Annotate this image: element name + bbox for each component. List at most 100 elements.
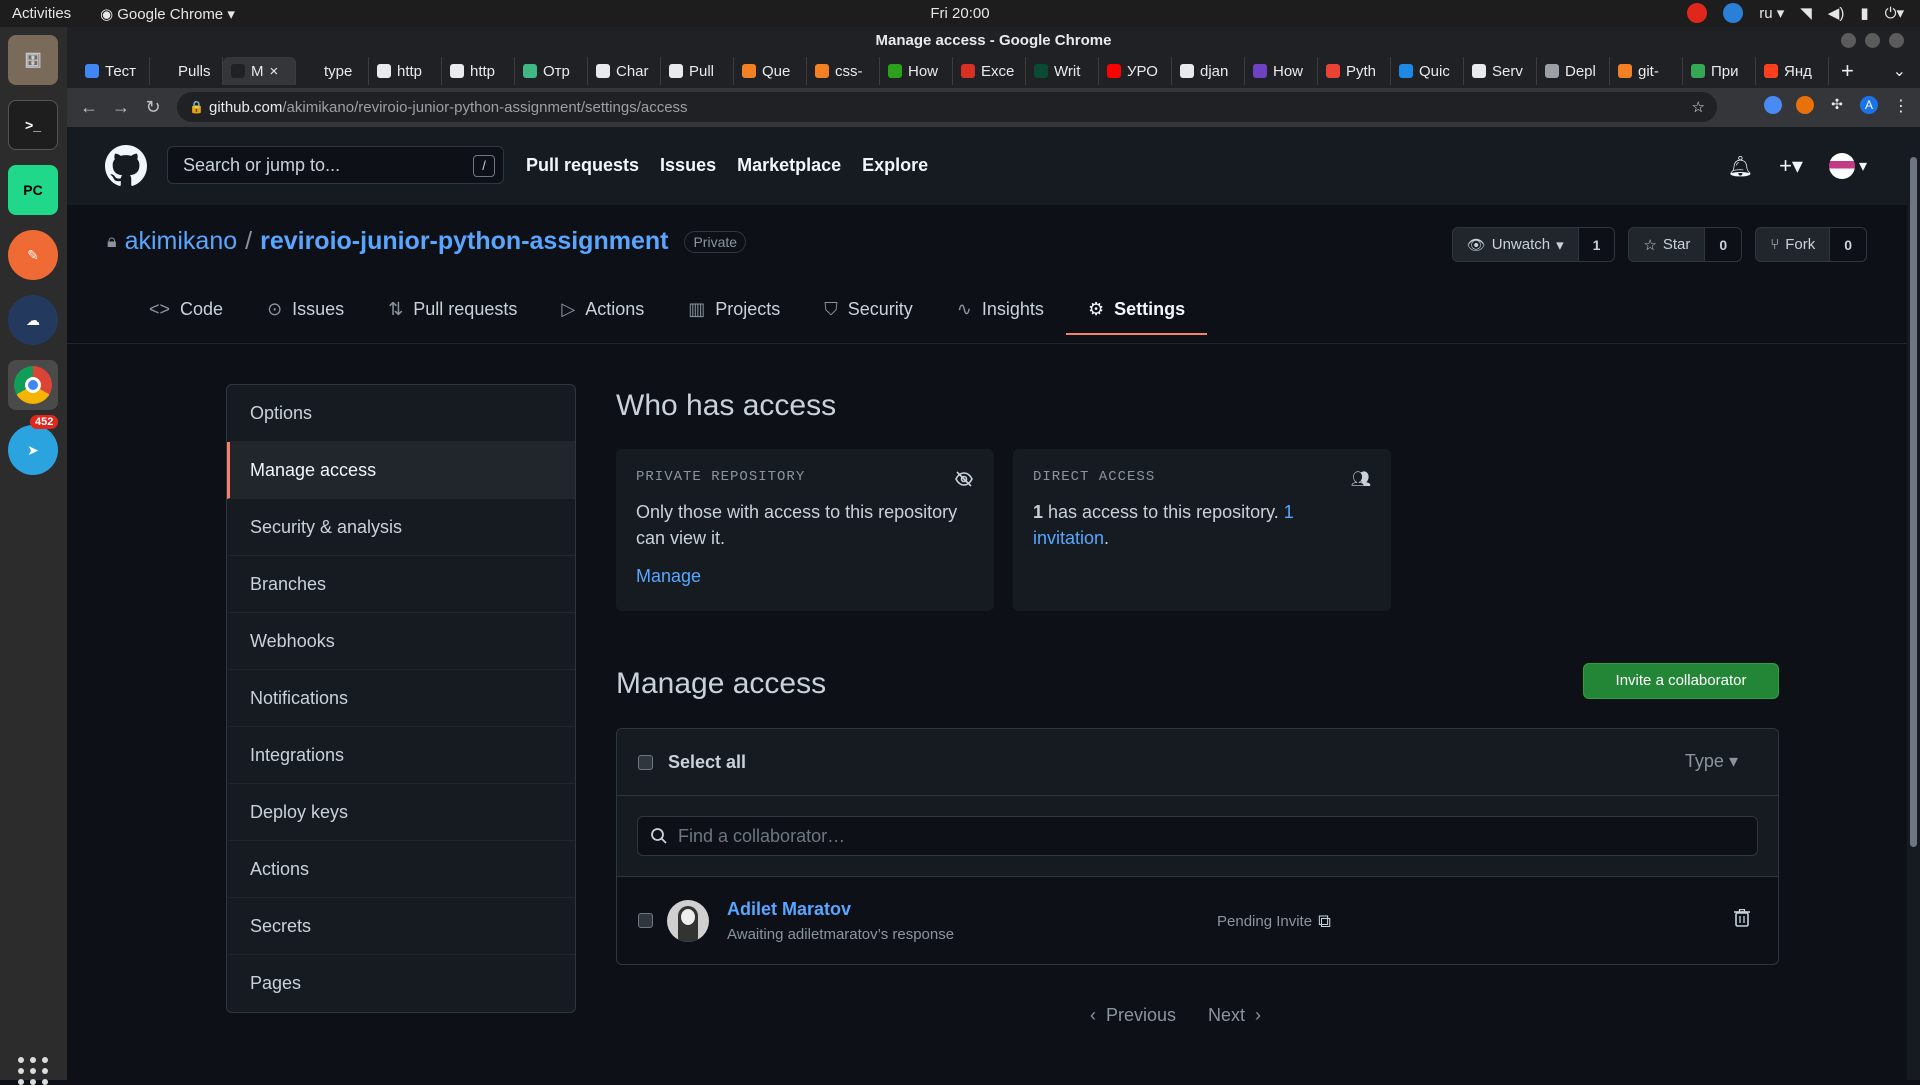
browser-tab[interactable]: Pyth (1318, 57, 1391, 85)
browser-tab[interactable]: Exce (953, 57, 1026, 85)
select-all-label[interactable]: Select all (668, 752, 746, 773)
fork-count[interactable]: 0 (1830, 228, 1866, 261)
puzzle-icon[interactable]: ✣ (1828, 96, 1846, 114)
tab-security[interactable]: ⛉ Security (802, 285, 935, 335)
language-indicator[interactable]: ru ▾ (1759, 4, 1784, 22)
pycharm-app-icon[interactable]: PC (8, 165, 58, 215)
clock[interactable]: Fri 20:00 (0, 5, 1920, 22)
browser-tab[interactable]: M × (223, 57, 296, 85)
browser-tab[interactable]: How (880, 57, 953, 85)
invite-collaborator-button[interactable]: Invite a collaborator (1583, 663, 1779, 699)
browser-tab[interactable]: Serv (1464, 57, 1537, 85)
tab-insights[interactable]: ∿ Insights (935, 285, 1066, 335)
find-collaborator-input[interactable]: Find a collaborator… (637, 816, 1758, 856)
browser-tab[interactable]: djan (1172, 57, 1245, 85)
browser-tab[interactable]: http (442, 57, 515, 85)
tab-code[interactable]: <> Code (127, 285, 245, 335)
github-logo-icon[interactable] (105, 145, 147, 187)
sidebar-item-pages[interactable]: Pages (227, 955, 575, 1012)
terminal-app-icon[interactable]: >_ (8, 100, 58, 150)
browser-tab[interactable]: Тест (77, 57, 150, 85)
tab-issues[interactable]: ⊙ Issues (245, 285, 366, 335)
show-applications-icon[interactable] (18, 1057, 49, 1085)
url-field[interactable]: 🔒 github.com/akimikano/reviroio-junior-p… (177, 92, 1717, 122)
volume-icon[interactable]: ◀) (1828, 4, 1845, 22)
sidebar-item-branches[interactable]: Branches (227, 556, 575, 613)
sidebar-item-webhooks[interactable]: Webhooks (227, 613, 575, 670)
tab-settings[interactable]: ⚙ Settings (1065, 285, 1208, 335)
telegram-tray-icon-2[interactable] (1723, 3, 1744, 23)
nav-marketplace[interactable]: Marketplace (737, 155, 841, 176)
star-button[interactable]: ☆ Star 0 (1628, 227, 1743, 262)
browser-tab[interactable]: Отр (515, 57, 588, 85)
browser-tab[interactable]: Quic (1391, 57, 1464, 85)
activities-button[interactable]: Activities (12, 5, 71, 22)
avatar[interactable] (667, 899, 709, 942)
profile-avatar[interactable]: A (1860, 96, 1878, 114)
browser-tab[interactable]: Pull (661, 57, 734, 85)
power-menu-icon[interactable]: ⏻▾ (1885, 4, 1904, 22)
browser-tab[interactable]: Янд (1756, 57, 1829, 85)
nav-explore[interactable]: Explore (862, 155, 928, 176)
extension-icon-2[interactable] (1796, 96, 1814, 114)
maximize-button[interactable] (1865, 33, 1880, 48)
watch-count[interactable]: 1 (1578, 228, 1615, 261)
sidebar-item-integrations[interactable]: Integrations (227, 727, 575, 784)
sidebar-item-secrets[interactable]: Secrets (227, 898, 575, 955)
user-avatar[interactable]: ▾ (1828, 153, 1867, 179)
browser-tab[interactable]: css- (807, 57, 880, 85)
browser-tab[interactable]: How (1245, 57, 1318, 85)
row-checkbox[interactable] (638, 913, 653, 928)
search-input[interactable]: Search or jump to... / (167, 146, 504, 184)
previous-page-button[interactable]: ‹ Previous (1090, 1005, 1176, 1026)
browser-tab[interactable]: git- (1610, 57, 1683, 85)
bell-icon[interactable]: 🔔︎ (1728, 154, 1753, 179)
telegram-app-icon[interactable]: ➤ (8, 425, 58, 475)
system-tray[interactable]: ru ▾ ◥ ◀) ▮ ⏻▾ (1687, 3, 1904, 23)
repo-owner-link[interactable]: akimikano (125, 227, 238, 256)
browser-tab[interactable]: УРО (1099, 57, 1172, 85)
trash-icon[interactable] (1734, 908, 1750, 932)
browser-tab[interactable]: Depl (1537, 57, 1610, 85)
new-tab-button[interactable]: + (1841, 58, 1854, 84)
reload-icon[interactable]: ↻ (137, 97, 169, 118)
watch-button[interactable]: 👁︎ Unwatch ▾ 1 (1451, 227, 1616, 262)
extension-icon[interactable] (1764, 96, 1782, 114)
nav-pull-requests[interactable]: Pull requests (526, 155, 639, 176)
create-new-icon[interactable]: +▾ (1779, 153, 1803, 179)
repo-name-link[interactable]: reviroio-junior-python-assignment (260, 227, 668, 256)
bookmark-star-icon[interactable]: ☆ (1692, 98, 1705, 116)
tab-projects[interactable]: ▥ Projects (666, 285, 802, 335)
sidebar-item-actions[interactable]: Actions (227, 841, 575, 898)
forward-icon[interactable]: → (105, 97, 137, 118)
sidebar-item-notifications[interactable]: Notifications (227, 670, 575, 727)
nav-issues[interactable]: Issues (660, 155, 716, 176)
files-app-icon[interactable]: 🗄 (8, 35, 58, 85)
close-window-button[interactable] (1889, 33, 1904, 48)
select-all-checkbox[interactable] (638, 754, 653, 770)
chrome-app-icon[interactable] (8, 360, 58, 410)
postman-app-icon[interactable]: ✎ (8, 230, 58, 280)
browser-tab[interactable]: Writ (1026, 57, 1099, 85)
app-icon[interactable]: ☁ (8, 295, 58, 345)
browser-tab[interactable]: http (369, 57, 442, 85)
copy-icon[interactable]: ⧉ (1318, 911, 1331, 932)
star-count[interactable]: 0 (1705, 228, 1742, 261)
sidebar-item-deploy-keys[interactable]: Deploy keys (227, 784, 575, 841)
sidebar-item-security-analysis[interactable]: Security & analysis (227, 499, 575, 556)
manage-link[interactable]: Manage (636, 563, 974, 589)
browser-tab[interactable]: При (1683, 57, 1756, 85)
battery-icon[interactable]: ▮ (1860, 4, 1868, 22)
page-scrollbar[interactable] (1907, 127, 1920, 1080)
sidebar-item-options[interactable]: Options (227, 385, 575, 442)
browser-tab[interactable]: type (296, 57, 369, 85)
browser-tab[interactable]: Char (588, 57, 661, 85)
browser-tab[interactable]: Pulls (150, 57, 223, 85)
chrome-menu-icon[interactable]: ⋮ (1892, 96, 1910, 115)
scrollbar-thumb[interactable] (1910, 157, 1917, 847)
next-page-button[interactable]: Next › (1208, 1005, 1261, 1026)
browser-tab[interactable]: Que (734, 57, 807, 85)
sidebar-item-manage-access[interactable]: Manage access (227, 442, 575, 499)
wifi-icon[interactable]: ◥ (1800, 4, 1812, 22)
fork-button[interactable]: ⑂ Fork 0 (1755, 227, 1867, 262)
